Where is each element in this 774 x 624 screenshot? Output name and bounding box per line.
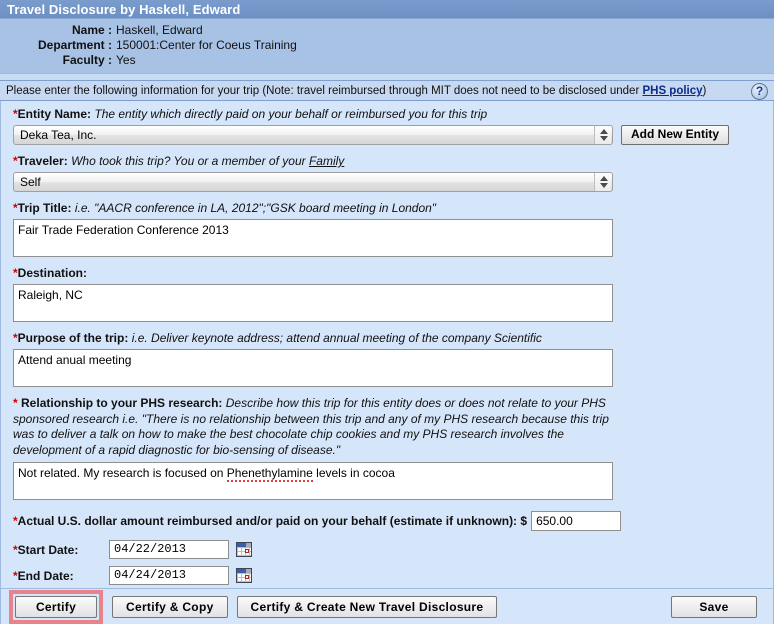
- entity-name-label: *Entity Name: The entity which directly …: [13, 107, 761, 122]
- phs-relationship-label-text: Relationship to your PHS research:: [21, 396, 223, 410]
- instruction-text-before: Please enter the following information f…: [6, 85, 643, 97]
- trip-title-label-text: Trip Title:: [17, 201, 72, 215]
- field-phs-relationship: * Relationship to your PHS research: Des…: [13, 396, 761, 500]
- add-new-entity-button[interactable]: Add New Entity: [621, 125, 730, 145]
- destination-label-text: Destination:: [17, 266, 88, 280]
- chevron-updown-icon[interactable]: [594, 173, 611, 191]
- info-row-name: Name : Haskell, Edward: [0, 23, 774, 38]
- certify-button[interactable]: Certify: [15, 595, 97, 618]
- destination-input[interactable]: Raleigh, NC: [13, 284, 613, 322]
- phs-policy-link[interactable]: PHS policy: [642, 85, 702, 97]
- calendar-icon[interactable]: [236, 568, 252, 583]
- trip-title-input[interactable]: Fair Trade Federation Conference 2013: [13, 219, 613, 257]
- entity-name-hint: The entity which directly paid on your b…: [94, 107, 488, 121]
- entity-name-label-text: Entity Name:: [17, 107, 92, 121]
- info-value-faculty: Yes: [116, 53, 136, 67]
- action-buttons-group: Certify Certify & Copy Certify & Create …: [9, 589, 498, 624]
- entity-name-select[interactable]: Deka Tea, Inc.: [13, 125, 613, 145]
- calendar-icon[interactable]: [236, 542, 252, 557]
- info-row-faculty: Faculty : Yes: [0, 53, 774, 68]
- certify-and-copy-button[interactable]: Certify & Copy: [112, 595, 228, 618]
- question-mark-circle-icon[interactable]: ?: [751, 83, 768, 100]
- end-date-input[interactable]: 04/24/2013: [109, 566, 229, 585]
- travel-disclosure-page: Travel Disclosure by Haskell, Edward Nam…: [0, 0, 774, 624]
- field-destination: *Destination: Raleigh, NC: [13, 266, 761, 322]
- phs-relationship-label: * Relationship to your PHS research: Des…: [13, 396, 613, 458]
- start-date-input[interactable]: 04/22/2013: [109, 540, 229, 559]
- certify-button-highlight: Certify: [9, 589, 103, 624]
- travel-disclosure-form: * Entity Name: The entity which directly …: [0, 101, 774, 601]
- instruction-text-after: ): [702, 85, 707, 97]
- traveler-hint-before: Who took this trip? You or a member of y…: [71, 154, 309, 168]
- form-action-bar: Certify Certify & Copy Certify & Create …: [0, 588, 774, 624]
- info-row-department: Department : 150001:Center for Coeus Tra…: [0, 38, 774, 53]
- instruction-bar: Please enter the following information f…: [0, 80, 774, 101]
- traveler-selected-value: Self: [20, 175, 41, 189]
- info-label-faculty: Faculty :: [62, 53, 112, 67]
- traveler-label-text: Traveler:: [17, 154, 68, 168]
- field-traveler: *Traveler: Who took this trip? You or a …: [13, 154, 761, 192]
- trip-title-label: *Trip Title: i.e. "AACR conference in LA…: [13, 201, 761, 216]
- purpose-hint: i.e. Deliver keynote address; attend ann…: [131, 331, 542, 345]
- amount-input[interactable]: 650.00: [531, 511, 622, 531]
- certify-and-create-new-travel-disclosure-button[interactable]: Certify & Create New Travel Disclosure: [236, 595, 498, 618]
- purpose-label-text: Purpose of the trip:: [17, 331, 129, 345]
- traveler-select[interactable]: Self: [13, 172, 613, 192]
- info-value-name: Haskell, Edward: [116, 23, 203, 37]
- end-date-label-text: End Date:: [17, 568, 74, 583]
- traveler-hint: Who took this trip? You or a member of y…: [71, 154, 344, 168]
- entity-name-selected-value: Deka Tea, Inc.: [20, 128, 97, 142]
- phs-value-before: Not related. My research is focused on: [18, 466, 227, 480]
- purpose-input[interactable]: Attend anual meeting: [13, 349, 613, 387]
- start-date-label-text: Start Date:: [17, 542, 79, 557]
- misspelled-word: Phenethylamine: [226, 466, 313, 482]
- trip-title-hint: i.e. "AACR conference in LA, 2012";"GSK …: [74, 201, 437, 215]
- disclosure-header-info: Name : Haskell, Edward Department : 1500…: [0, 19, 774, 74]
- field-end-date: *End Date: 04/24/2013: [13, 566, 761, 585]
- save-button-group: Save: [671, 595, 765, 618]
- phs-relationship-input[interactable]: Not related. My research is focused on P…: [13, 462, 613, 500]
- family-link[interactable]: Family: [309, 154, 344, 168]
- traveler-label: *Traveler: Who took this trip? You or a …: [13, 154, 761, 169]
- amount-label: Actual U.S. dollar amount reimbursed and…: [17, 514, 528, 528]
- info-label-name: Name :: [71, 23, 112, 37]
- field-start-date: *Start Date: 04/22/2013: [13, 540, 761, 559]
- destination-label: *Destination:: [13, 266, 761, 281]
- field-amount: * Actual U.S. dollar amount reimbursed an…: [13, 511, 761, 531]
- chevron-updown-icon[interactable]: [594, 126, 611, 144]
- start-date-label: *Start Date:: [13, 543, 109, 557]
- end-date-label: *End Date:: [13, 569, 109, 583]
- field-trip-title: *Trip Title: i.e. "AACR conference in LA…: [13, 201, 761, 257]
- field-entity-name: *Entity Name: The entity which directly …: [13, 107, 761, 145]
- purpose-label: *Purpose of the trip: i.e. Deliver keyno…: [13, 331, 761, 346]
- info-value-department: 150001:Center for Coeus Training: [116, 38, 297, 52]
- page-title: Travel Disclosure by Haskell, Edward: [0, 0, 774, 19]
- save-button[interactable]: Save: [671, 595, 757, 618]
- entity-select-row: Deka Tea, Inc. Add New Entity: [13, 125, 761, 145]
- required-asterisk: *: [13, 396, 18, 410]
- info-label-department: Department :: [37, 38, 112, 52]
- field-purpose: *Purpose of the trip: i.e. Deliver keyno…: [13, 331, 761, 387]
- phs-value-after: levels in cocoa: [312, 466, 395, 480]
